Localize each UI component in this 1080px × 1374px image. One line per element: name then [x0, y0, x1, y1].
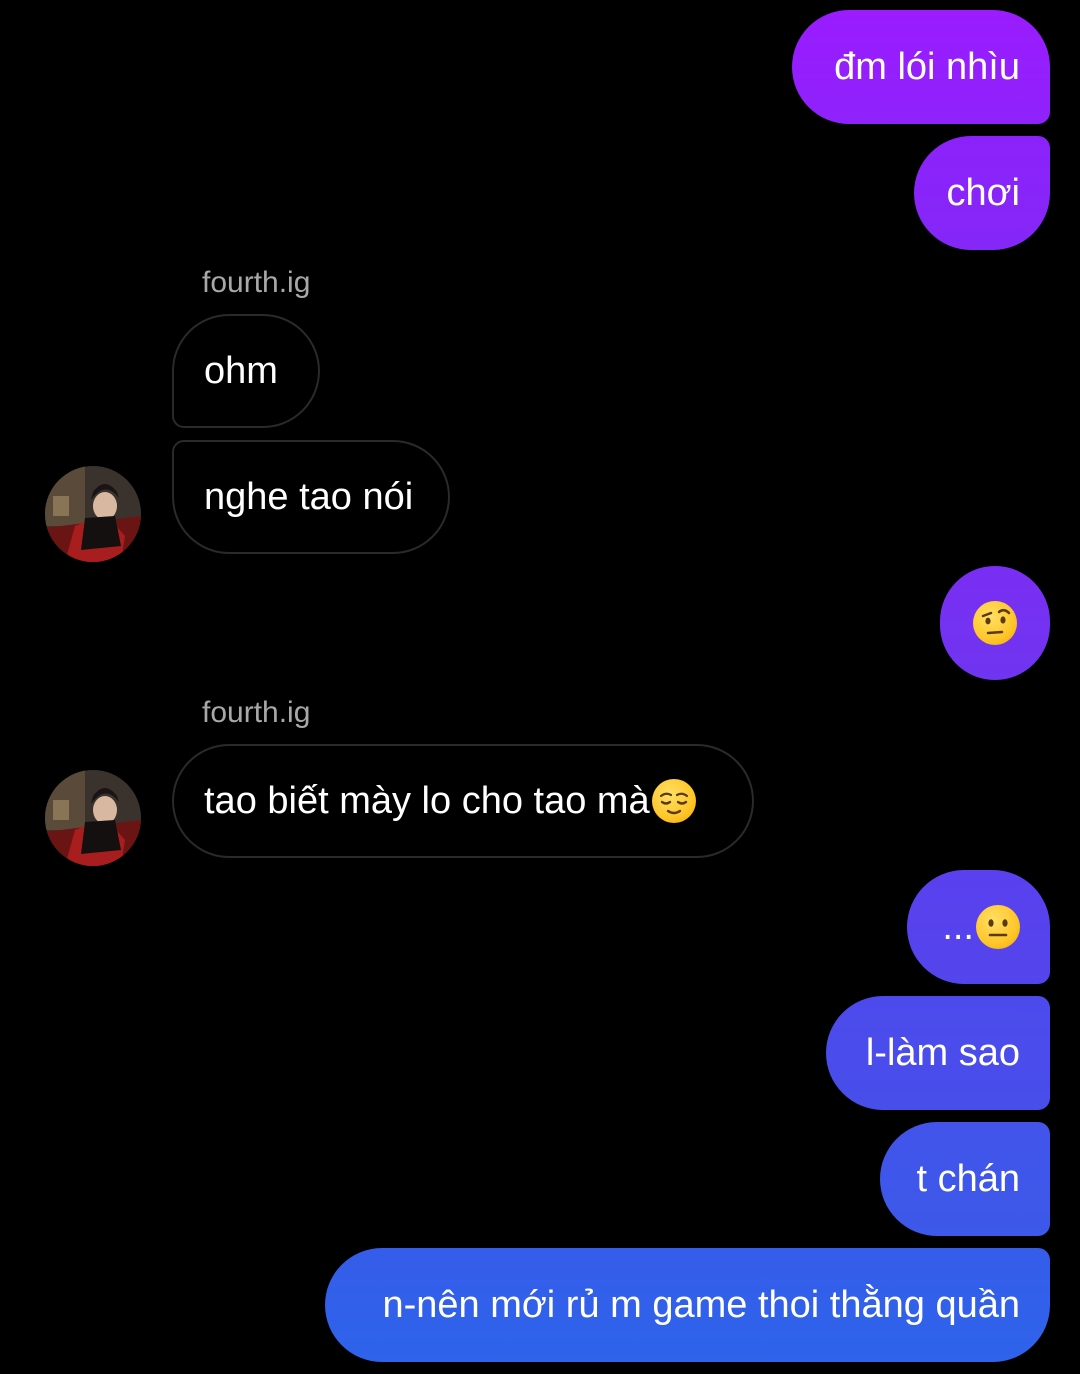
sender-name: fourth.ig: [202, 696, 311, 729]
message-text: đm lói nhìu: [834, 45, 1020, 88]
message-text: t chán: [916, 1157, 1020, 1200]
message-text: nghe tao nói: [204, 475, 414, 518]
neutral-face-emoji: [976, 905, 1020, 949]
sender-name: fourth.ig: [202, 266, 311, 299]
outgoing-message[interactable]: chơi: [914, 136, 1050, 250]
message-text: ...: [942, 905, 974, 948]
incoming-message[interactable]: ohm: [172, 314, 320, 428]
relieved-face-emoji: [651, 779, 696, 823]
outgoing-message[interactable]: ...: [907, 870, 1050, 984]
incoming-message[interactable]: nghe tao nói: [172, 440, 450, 554]
message-text: n-nên mới rủ m game thoi thằng quần: [382, 1283, 1020, 1326]
message-text: ohm: [204, 349, 278, 392]
message-text: l-làm sao: [865, 1031, 1020, 1074]
avatar[interactable]: [45, 466, 141, 562]
incoming-message[interactable]: tao biết mày lo cho tao mà: [172, 744, 754, 858]
face-with-raised-eyebrow-emoji: [973, 601, 1017, 645]
outgoing-message[interactable]: n-nên mới rủ m game thoi thằng quần: [325, 1248, 1050, 1362]
avatar[interactable]: [45, 770, 141, 866]
message-text: tao biết mày lo cho tao mà: [204, 779, 650, 822]
outgoing-message[interactable]: [940, 566, 1050, 680]
outgoing-message[interactable]: đm lói nhìu: [792, 10, 1050, 124]
message-text: chơi: [946, 171, 1021, 214]
outgoing-message[interactable]: t chán: [880, 1122, 1050, 1236]
outgoing-message[interactable]: l-làm sao: [826, 996, 1050, 1110]
